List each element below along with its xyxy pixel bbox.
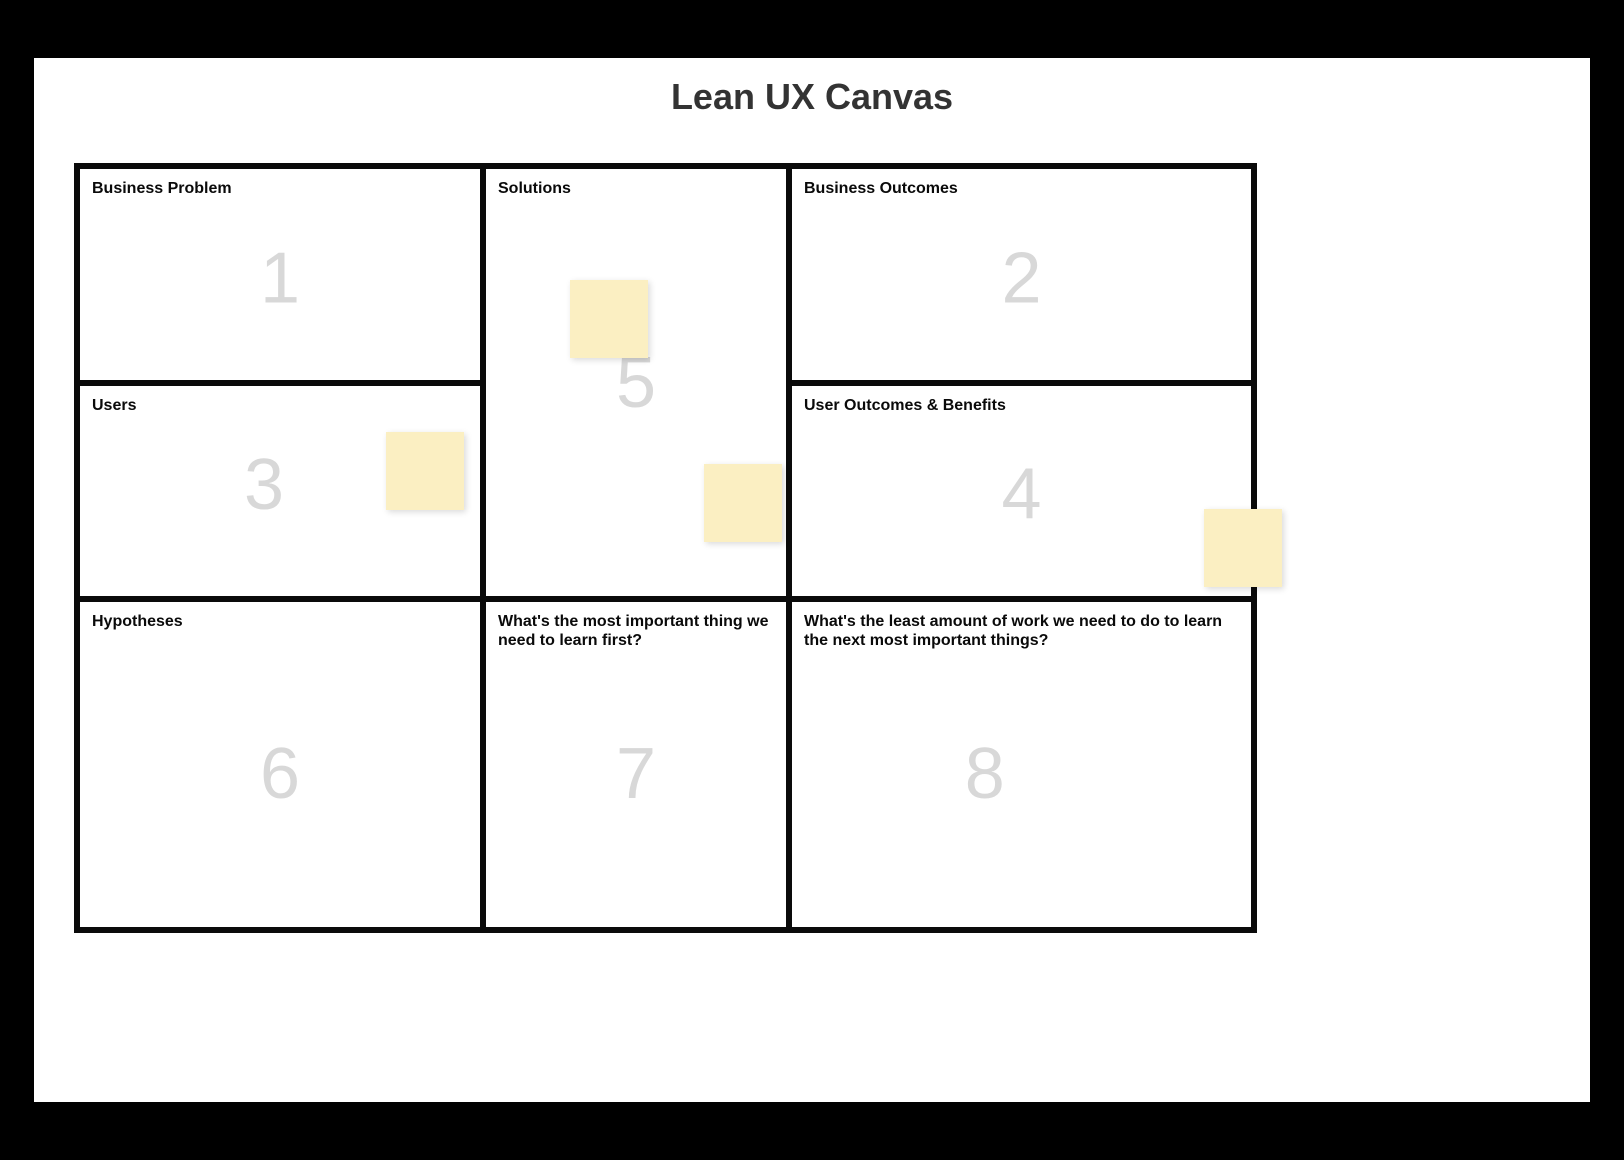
cell-label: Users — [92, 396, 468, 415]
cell-label: What's the most important thing we need … — [498, 612, 774, 650]
cell-hypotheses[interactable]: Hypotheses 6 — [80, 602, 486, 927]
cell-number: 1 — [260, 242, 300, 314]
cell-number: 8 — [965, 738, 1005, 810]
cell-least-work[interactable]: What's the least amount of work we need … — [792, 602, 1251, 927]
canvas-title: Lean UX Canvas — [34, 58, 1590, 118]
sticky-note[interactable] — [704, 464, 782, 542]
cell-number: 4 — [1001, 459, 1041, 531]
grid-row-bottom: Hypotheses 6 What's the most important t… — [80, 602, 1251, 927]
sticky-note[interactable] — [386, 432, 464, 510]
whiteboard[interactable]: Lean UX Canvas Business Problem 1 Users … — [34, 58, 1590, 1102]
grid-row-top: Business Problem 1 Users 3 Solutions 5 B… — [80, 169, 1251, 602]
cell-label: Hypotheses — [92, 612, 468, 631]
grid-col-left: Business Problem 1 Users 3 — [80, 169, 486, 596]
cell-number: 7 — [616, 738, 656, 810]
grid-col-right: Business Outcomes 2 User Outcomes & Bene… — [792, 169, 1251, 596]
lean-ux-canvas-grid: Business Problem 1 Users 3 Solutions 5 B… — [74, 163, 1257, 933]
cell-label: User Outcomes & Benefits — [804, 396, 1239, 415]
cell-user-outcomes[interactable]: User Outcomes & Benefits 4 — [792, 386, 1251, 596]
cell-number: 3 — [244, 449, 284, 521]
cell-business-problem[interactable]: Business Problem 1 — [80, 169, 480, 386]
sticky-note[interactable] — [1204, 509, 1282, 587]
cell-number: 2 — [1001, 242, 1041, 314]
cell-label: What's the least amount of work we need … — [804, 612, 1239, 650]
cell-label: Solutions — [498, 179, 774, 198]
cell-label: Business Problem — [92, 179, 468, 198]
cell-business-outcomes[interactable]: Business Outcomes 2 — [792, 169, 1251, 386]
cell-label: Business Outcomes — [804, 179, 1239, 198]
sticky-note[interactable] — [570, 280, 648, 358]
cell-learn-first[interactable]: What's the most important thing we need … — [486, 602, 792, 927]
cell-number: 6 — [260, 738, 300, 810]
